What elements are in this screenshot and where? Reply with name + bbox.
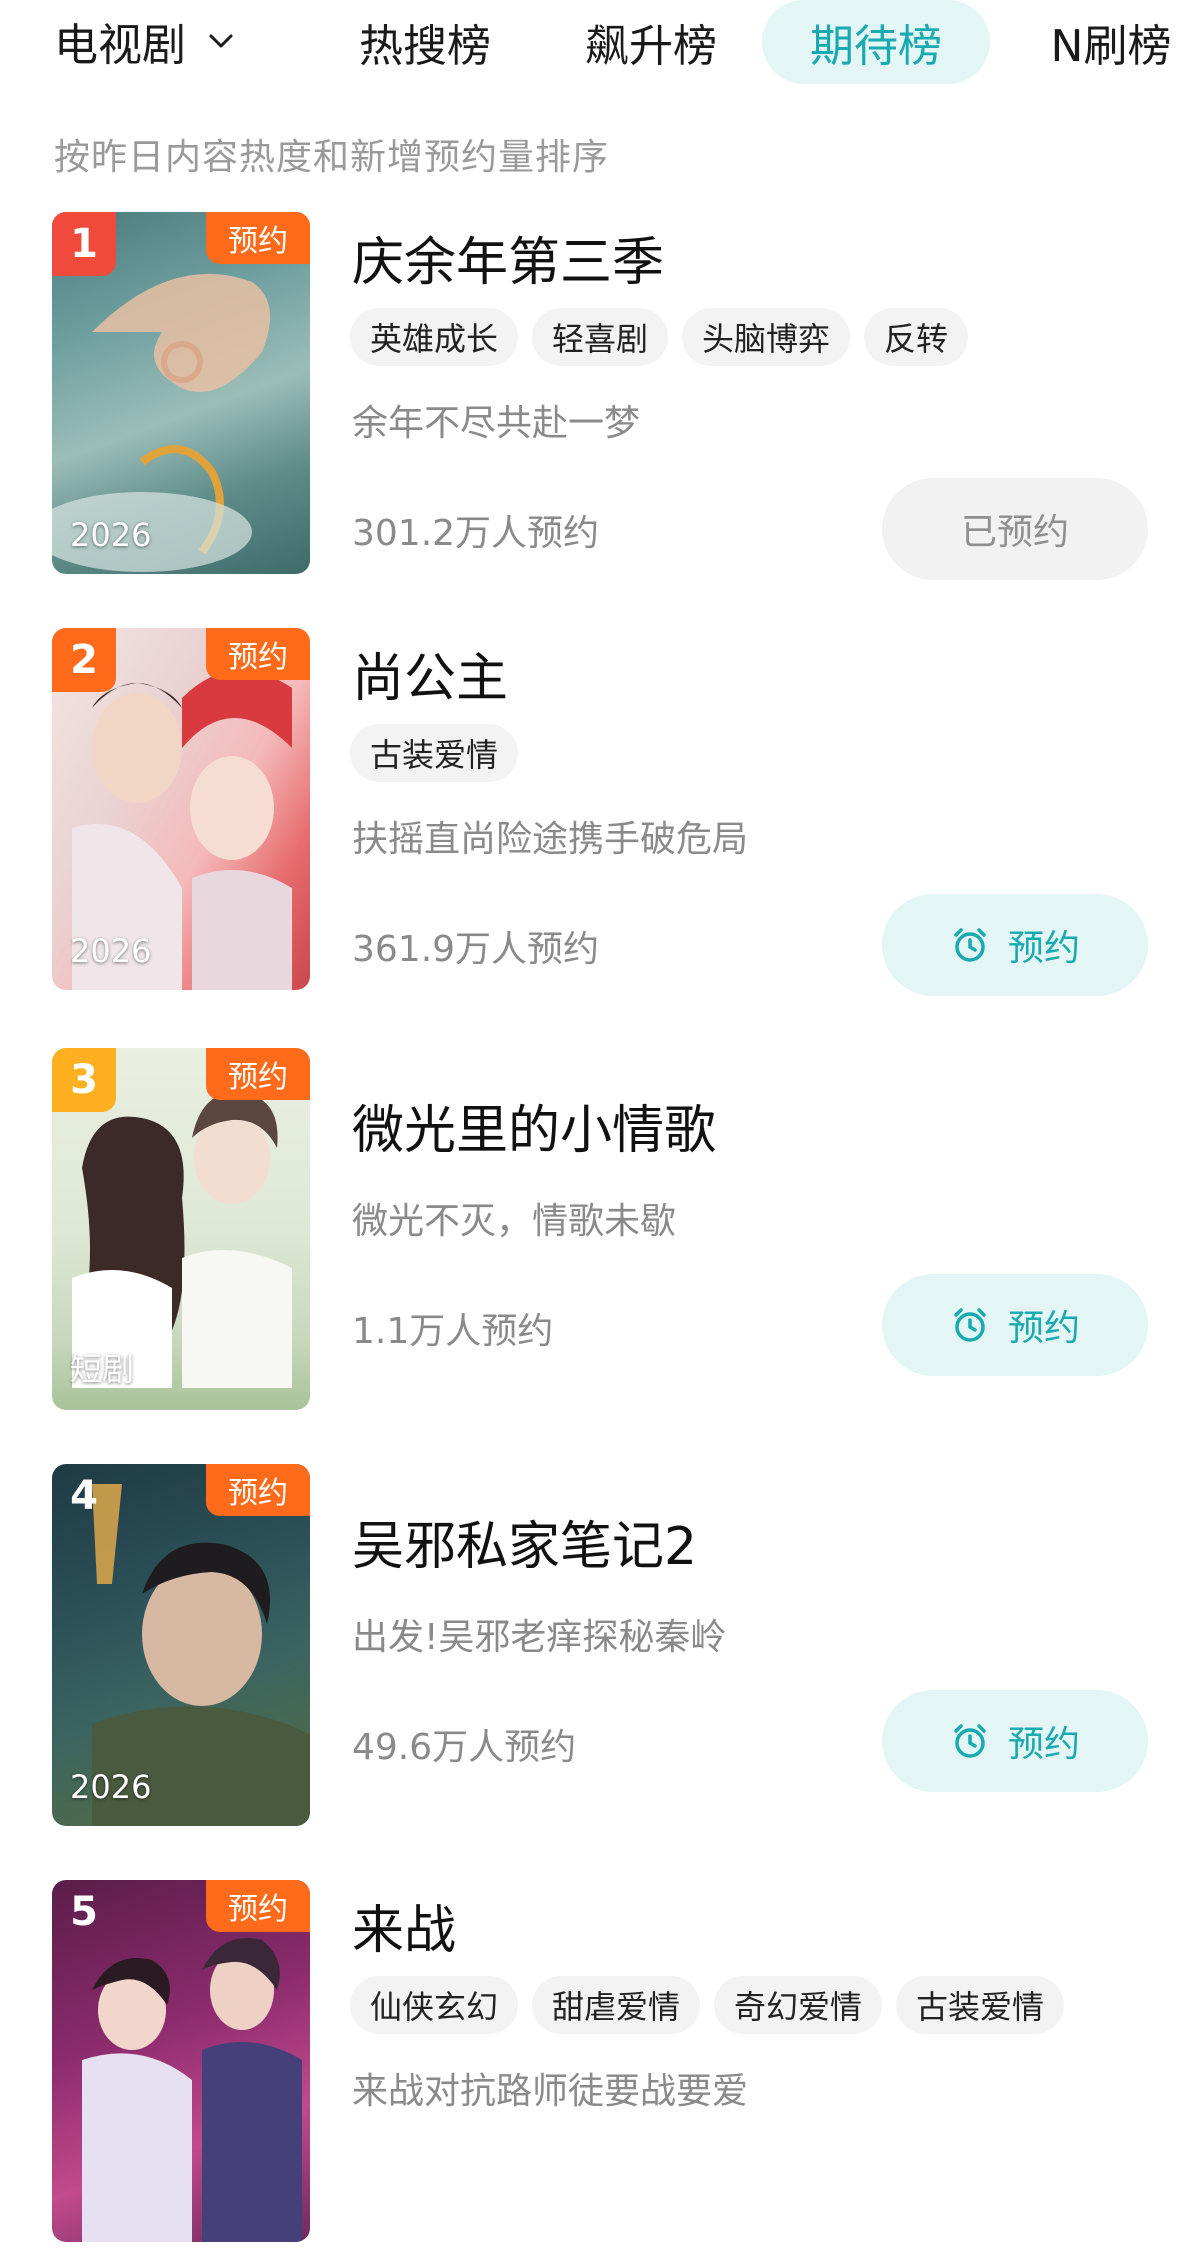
rank-badge: 1	[52, 212, 116, 276]
show-title[interactable]: 庆余年第三季	[352, 220, 664, 295]
button-label: 预约	[1007, 928, 1080, 969]
reserve-button[interactable]: 预约	[882, 1274, 1148, 1376]
show-description: 出发!吴邪老痒探秘秦岭	[352, 1617, 727, 1658]
tag-list: 英雄成长 轻喜剧 头脑博弈 反转	[350, 308, 969, 366]
tab-label: 飙升榜	[585, 21, 717, 72]
rank-badge: 2	[52, 628, 116, 692]
reserve-tag: 预约	[206, 1880, 310, 1932]
show-description: 来战对抗路师徒要战要爱	[352, 2071, 749, 2112]
reserve-tag: 预约	[206, 628, 310, 680]
show-description: 微光不灭，情歌未歇	[352, 1201, 677, 1242]
poster-image[interactable]: 4 预约 2026	[52, 1464, 310, 1826]
tab-anticipated[interactable]: 期待榜	[762, 0, 990, 84]
rank-badge: 5	[70, 1889, 98, 1935]
list-item[interactable]: 5 预约 来战 仙侠玄幻 甜虐爱情 奇幻爱情 古装爱情 来战对抗路师徒要战要爱	[0, 1880, 1200, 2250]
top-tab-bar: 电视剧 热搜榜 飙升榜 期待榜 N刷榜	[0, 0, 1200, 110]
ranking-description: 按昨日内容热度和新增预约量排序	[54, 137, 610, 178]
genre-tag[interactable]: 古装爱情	[896, 1976, 1065, 2034]
show-title[interactable]: 吴邪私家笔记2	[352, 1504, 697, 1579]
tab-label: 热搜榜	[359, 21, 491, 72]
poster-category: 短剧	[70, 1350, 135, 1388]
button-label: 已预约	[960, 512, 1069, 553]
poster-image[interactable]: 3 预约 短剧	[52, 1048, 310, 1410]
poster-year: 2026	[70, 516, 152, 554]
poster-image[interactable]: 2 预约 2026	[52, 628, 310, 990]
genre-tag[interactable]: 反转	[864, 308, 969, 366]
tag-list: 古装爱情	[350, 724, 519, 782]
reservation-count: 301.2万人预约	[352, 513, 600, 554]
tab-label: N刷榜	[1050, 21, 1172, 72]
show-title[interactable]: 来战	[352, 1888, 456, 1963]
reserve-button[interactable]: 预约	[882, 894, 1148, 996]
tab-label: 期待榜	[810, 21, 942, 72]
reservation-count: 49.6万人预约	[352, 1727, 577, 1768]
genre-tag[interactable]: 英雄成长	[350, 308, 519, 366]
genre-tag[interactable]: 仙侠玄幻	[350, 1976, 519, 2034]
poster-image[interactable]: 5 预约	[52, 1880, 310, 2242]
genre-tag[interactable]: 古装爱情	[350, 724, 519, 782]
poster-year: 2026	[70, 1768, 152, 1806]
reservation-count: 1.1万人预约	[352, 1311, 554, 1352]
show-title[interactable]: 尚公主	[352, 636, 508, 711]
tag-list: 仙侠玄幻 甜虐爱情 奇幻爱情 古装爱情	[350, 1976, 1065, 2034]
list-item[interactable]: 2 预约 2026 尚公主 古装爱情 扶摇直尚险途携手破危局 361.9万人预约…	[0, 628, 1200, 998]
alarm-clock-icon	[954, 1724, 986, 1758]
chevron-down-icon	[209, 34, 233, 48]
genre-tag[interactable]: 奇幻爱情	[714, 1976, 883, 2034]
reservation-count: 361.9万人预约	[352, 929, 600, 970]
rank-badge: 4	[70, 1473, 98, 1519]
genre-tag[interactable]: 轻喜剧	[532, 308, 669, 366]
category-dropdown[interactable]: 电视剧	[54, 12, 236, 71]
show-title[interactable]: 微光里的小情歌	[352, 1088, 716, 1163]
button-label: 预约	[1007, 1724, 1080, 1765]
poster-year: 2026	[70, 932, 152, 970]
alarm-clock-icon	[954, 1308, 986, 1342]
rank-badge: 3	[52, 1048, 116, 1112]
tab-rewatch[interactable]: N刷榜	[1036, 0, 1186, 84]
reserve-tag: 预约	[206, 212, 310, 264]
genre-tag[interactable]: 头脑博弈	[682, 308, 851, 366]
reserved-button[interactable]: 已预约	[882, 478, 1148, 580]
tab-hot-search[interactable]: 热搜榜	[350, 0, 500, 84]
reserve-tag: 预约	[206, 1464, 310, 1516]
alarm-clock-icon	[954, 928, 986, 962]
reserve-tag: 预约	[206, 1048, 310, 1100]
reserve-button[interactable]: 预约	[882, 1690, 1148, 1792]
list-item[interactable]: 4 预约 2026 吴邪私家笔记2 出发!吴邪老痒探秘秦岭 49.6万人预约 预…	[0, 1464, 1200, 1834]
list-item[interactable]: 3 预约 短剧 微光里的小情歌 微光不灭，情歌未歇 1.1万人预约 预约	[0, 1048, 1200, 1418]
genre-tag[interactable]: 甜虐爱情	[532, 1976, 701, 2034]
show-description: 余年不尽共赴一梦	[352, 403, 641, 444]
show-description: 扶摇直尚险途携手破危局	[352, 819, 749, 860]
poster-image[interactable]: 1 预约 2026	[52, 212, 310, 574]
tab-rising[interactable]: 飙升榜	[576, 0, 726, 84]
list-item[interactable]: 1 预约 2026 庆余年第三季 英雄成长 轻喜剧 头脑博弈 反转 余年不尽共赴…	[0, 212, 1200, 582]
category-label: 电视剧	[54, 20, 186, 71]
button-label: 预约	[1007, 1308, 1080, 1349]
